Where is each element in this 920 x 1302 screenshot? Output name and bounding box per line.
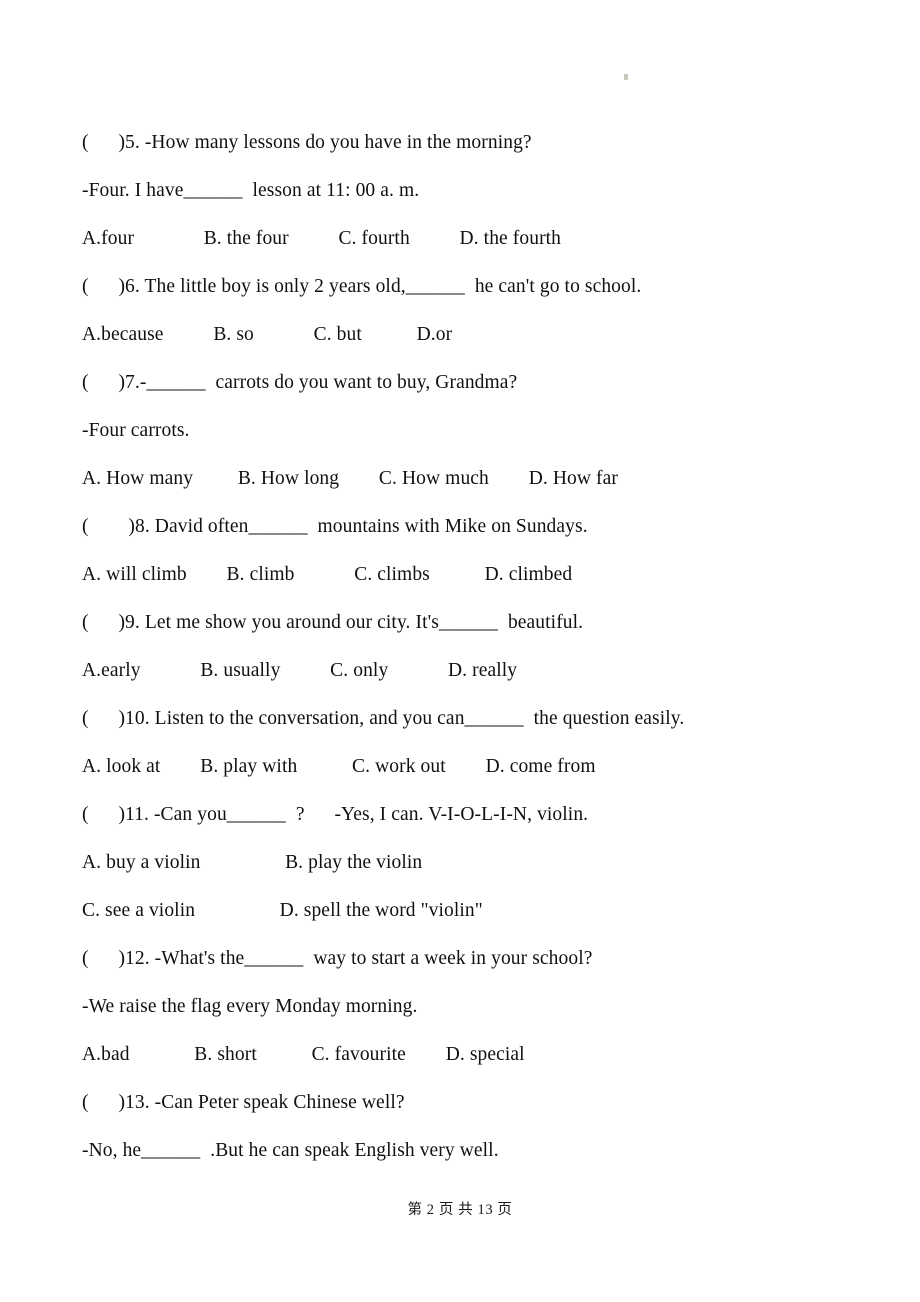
question-line-q12-reply: -We raise the flag every Monday morning. — [82, 996, 418, 1017]
option-row-q5: A.four B. the four C. fourth D. the four… — [82, 228, 562, 249]
scan-artifact-speck — [624, 74, 628, 80]
option-row-q7: A. How many B. How long C. How much D. H… — [82, 468, 618, 489]
option-row-q10: A. look at B. play with C. work out D. c… — [82, 756, 596, 777]
option-row-q11-ab: A. buy a violin B. play the violin — [82, 852, 423, 873]
question-line-q9-stem: ( )9. Let me show you around our city. I… — [82, 612, 584, 633]
question-line-q5-reply: -Four. I have______ lesson at 11: 00 a. … — [82, 180, 420, 201]
option-row-q8: A. will climb B. climb C. climbs D. clim… — [82, 564, 573, 585]
option-row-q12: A.bad B. short C. favourite D. special — [82, 1044, 525, 1065]
question-line-q6-stem: ( )6. The little boy is only 2 years old… — [82, 276, 642, 297]
question-body: ( )5. -How many lessons do you have in t… — [82, 119, 838, 1175]
question-line-q5-stem: ( )5. -How many lessons do you have in t… — [82, 132, 532, 153]
option-row-q11-cd: C. see a violin D. spell the word "violi… — [82, 900, 483, 921]
question-line-q8-stem: ( )8. David often______ mountains with M… — [82, 516, 588, 537]
option-row-q9: A.early B. usually C. only D. really — [82, 660, 518, 681]
document-page: ( )5. -How many lessons do you have in t… — [0, 0, 920, 1302]
page-footer: 第 2 页 共 13 页 — [407, 1202, 513, 1218]
question-line-q12-stem: ( )12. -What's the______ way to start a … — [82, 948, 593, 969]
question-line-q7-reply: -Four carrots. — [82, 420, 190, 441]
question-line-q13-reply: -No, he______ .But he can speak English … — [82, 1140, 499, 1161]
question-line-q13-stem: ( )13. -Can Peter speak Chinese well? — [82, 1092, 405, 1113]
question-line-q11-stem: ( )11. -Can you______ ? -Yes, I can. V-I… — [82, 804, 589, 825]
question-line-q10-stem: ( )10. Listen to the conversation, and y… — [82, 708, 685, 729]
option-row-q6: A.because B. so C. but D.or — [82, 324, 453, 345]
question-line-q7-stem: ( )7.-______ carrots do you want to buy,… — [82, 372, 518, 393]
